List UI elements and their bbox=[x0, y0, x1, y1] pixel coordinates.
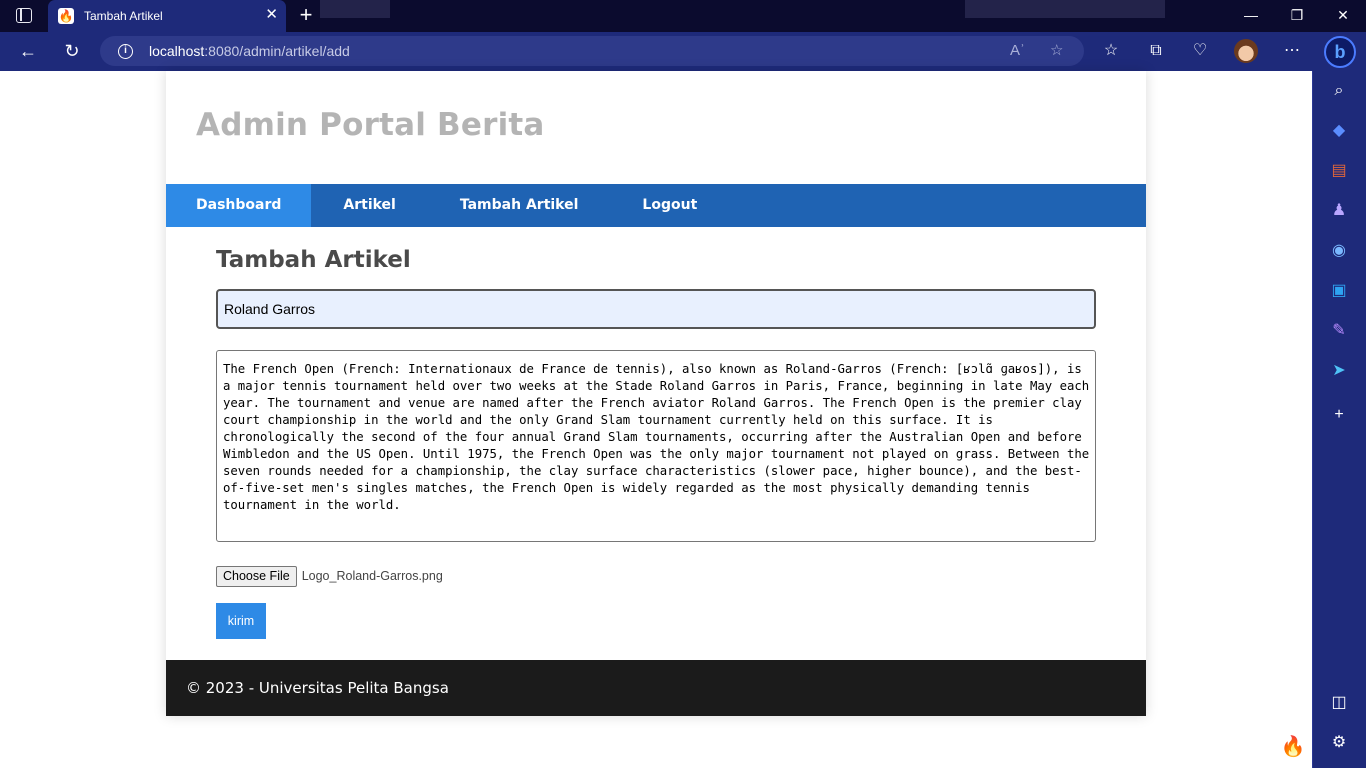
tab-title: Tambah Artikel bbox=[84, 9, 163, 23]
page-container: Admin Portal Berita Dashboard Artikel Ta… bbox=[166, 71, 1146, 716]
browser-sidebar: ⌕ ◆ ▤ ♟ ◉ ▣ ✎ ➤ + ◫ ⚙ bbox=[1312, 71, 1366, 768]
url-path: :8080/admin/artikel/add bbox=[204, 43, 350, 59]
site-header: Admin Portal Berita bbox=[166, 71, 1146, 184]
copilot-icon[interactable]: ◉ bbox=[1328, 240, 1350, 262]
main-nav: Dashboard Artikel Tambah Artikel Logout bbox=[166, 184, 1146, 227]
shopping-tag-icon[interactable]: ◆ bbox=[1328, 120, 1350, 142]
site-footer: © 2023 - Universitas Pelita Bangsa bbox=[166, 660, 1146, 716]
more-icon[interactable]: ⋯ bbox=[1281, 40, 1303, 62]
tab-actions-icon[interactable] bbox=[16, 8, 32, 23]
browser-titlebar: 🔥 Tambah Artikel ✕ + — ❐ ✕ bbox=[0, 0, 1366, 32]
profile-avatar[interactable] bbox=[1234, 39, 1258, 63]
split-screen-icon[interactable]: ◫ bbox=[1328, 692, 1350, 714]
notes-icon[interactable]: ✎ bbox=[1328, 320, 1350, 342]
nav-logout[interactable]: Logout bbox=[610, 184, 729, 227]
page-title: Tambah Artikel bbox=[216, 247, 411, 273]
file-upload: Choose File Logo_Roland-Garros.png bbox=[216, 565, 1096, 587]
restore-icon[interactable]: ❐ bbox=[1286, 6, 1308, 24]
titlebar-decoration bbox=[965, 0, 1165, 18]
article-title-input[interactable] bbox=[216, 289, 1096, 329]
favorites-icon[interactable]: ☆ bbox=[1100, 40, 1122, 62]
tools-briefcase-icon[interactable]: ▤ bbox=[1328, 160, 1350, 182]
url-text[interactable]: localhost:8080/admin/artikel/add bbox=[149, 43, 350, 59]
submit-button[interactable]: kirim bbox=[216, 603, 266, 639]
favorite-star-icon[interactable]: ☆ bbox=[1050, 42, 1063, 60]
back-icon[interactable]: ← bbox=[16, 40, 40, 62]
read-aloud-icon[interactable]: Aʾ bbox=[1010, 42, 1025, 60]
address-bar[interactable]: i localhost:8080/admin/artikel/add Aʾ ☆ bbox=[100, 36, 1084, 66]
browser-toolbar: ← ↻ i localhost:8080/admin/artikel/add A… bbox=[0, 32, 1366, 71]
site-title: Admin Portal Berita bbox=[196, 107, 545, 143]
search-icon[interactable]: ⌕ bbox=[1328, 80, 1350, 102]
bing-copilot-icon[interactable]: b bbox=[1324, 36, 1356, 68]
titlebar-decoration bbox=[320, 0, 390, 18]
close-tab-icon[interactable]: ✕ bbox=[265, 7, 278, 23]
choose-file-button[interactable]: Choose File bbox=[216, 565, 297, 587]
add-article-form: Tambah Artikel The French Open (French: … bbox=[166, 227, 1146, 639]
selected-file-name: Logo_Roland-Garros.png bbox=[301, 569, 443, 583]
close-window-icon[interactable]: ✕ bbox=[1332, 6, 1354, 24]
nav-tambah-artikel[interactable]: Tambah Artikel bbox=[428, 184, 611, 227]
add-icon[interactable]: + bbox=[1328, 404, 1350, 426]
minimize-icon[interactable]: — bbox=[1240, 6, 1262, 24]
new-tab-icon[interactable]: + bbox=[295, 4, 317, 26]
send-icon[interactable]: ➤ bbox=[1328, 360, 1350, 382]
url-host: localhost bbox=[149, 43, 205, 59]
nav-dashboard[interactable]: Dashboard bbox=[166, 184, 312, 227]
article-body-textarea[interactable]: The French Open (French: Internationaux … bbox=[216, 350, 1096, 542]
refresh-icon[interactable]: ↻ bbox=[60, 40, 84, 62]
codeigniter-flame-icon: 🔥 bbox=[58, 8, 74, 24]
codeigniter-debug-icon[interactable]: 🔥 bbox=[1276, 729, 1310, 765]
outlook-icon[interactable]: ▣ bbox=[1328, 280, 1350, 302]
collections-icon[interactable]: ⧉ bbox=[1145, 40, 1167, 62]
info-icon[interactable]: i bbox=[118, 44, 133, 59]
browser-essentials-icon[interactable]: ♡ bbox=[1189, 40, 1211, 62]
browser-tab[interactable]: 🔥 Tambah Artikel ✕ bbox=[48, 0, 286, 32]
nav-artikel[interactable]: Artikel bbox=[311, 184, 427, 227]
games-icon[interactable]: ♟ bbox=[1328, 200, 1350, 222]
settings-icon[interactable]: ⚙ bbox=[1328, 732, 1350, 754]
